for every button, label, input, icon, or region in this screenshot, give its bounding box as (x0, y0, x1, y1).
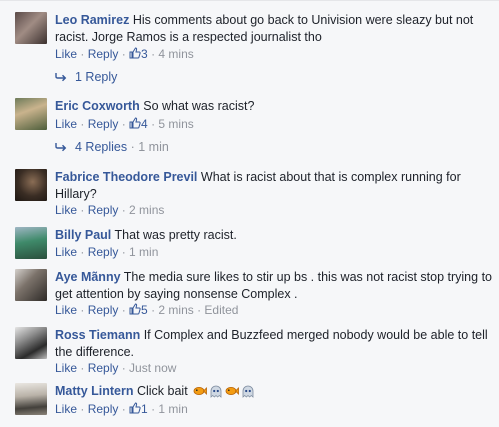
comment-actions: Like · Reply · 4 · 5 mins (55, 117, 194, 131)
comment-time[interactable]: 5 mins (158, 117, 193, 131)
comment-author[interactable]: Leo Ramirez (55, 13, 129, 27)
comment-body: Billy Paul That was pretty racist. (55, 227, 493, 244)
fish-icon (225, 387, 240, 395)
comment-body: Leo Ramirez His comments about go back t… (55, 12, 493, 46)
like-count[interactable]: 5 (129, 303, 148, 317)
avatar[interactable] (15, 269, 47, 301)
thumbs-up-icon (129, 47, 141, 59)
pacman-ghost-icon (210, 385, 222, 398)
comment-body: Matty Lintern Click bait (55, 383, 493, 400)
thumbs-up-icon (129, 402, 141, 414)
like-link[interactable]: Like (55, 402, 77, 416)
thumbs-up-icon (129, 117, 141, 129)
reply-link[interactable]: Reply (88, 361, 119, 375)
comment-actions: Like · Reply · Just now (55, 361, 177, 375)
comment-time[interactable]: Just now (129, 361, 176, 375)
comment-author[interactable]: Fabrice Theodore Previl (55, 170, 197, 184)
comment-text: Click bait (136, 384, 188, 398)
like-link[interactable]: Like (55, 245, 77, 259)
comment-body: Aye Mãnny The media sure likes to stir u… (55, 269, 493, 303)
replies-count: 4 Replies (75, 140, 128, 154)
comment-actions: Like · Reply · 5 · 2 mins · Edited (55, 303, 239, 317)
reply-link[interactable]: Reply (88, 245, 119, 259)
comment-actions: Like · Reply · 1 min (55, 245, 159, 259)
top-divider (0, 0, 499, 1)
comment-author[interactable]: Aye Mãnny (55, 270, 121, 284)
comment-time[interactable]: 1 min (129, 245, 158, 259)
reply-link[interactable]: Reply (88, 402, 119, 416)
comment-time[interactable]: 2 mins (158, 303, 193, 317)
like-link[interactable]: Like (55, 47, 77, 61)
avatar[interactable] (15, 98, 47, 130)
comment-author[interactable]: Billy Paul (55, 228, 111, 242)
replies-link[interactable]: 1 Reply (55, 70, 117, 84)
comment-actions: Like · Reply · 2 mins (55, 203, 165, 217)
replies-time: 1 min (138, 140, 169, 154)
avatar[interactable] (15, 12, 47, 44)
comment-time[interactable]: 2 mins (129, 203, 164, 217)
replies-count: 1 Reply (75, 70, 118, 84)
comment-time[interactable]: 4 mins (158, 47, 193, 61)
like-count[interactable]: 3 (129, 47, 148, 61)
reply-link[interactable]: Reply (88, 117, 119, 131)
comment-author[interactable]: Eric Coxworth (55, 99, 140, 113)
reply-link[interactable]: Reply (88, 47, 119, 61)
like-link[interactable]: Like (55, 303, 77, 317)
comment-author[interactable]: Matty Lintern (55, 384, 133, 398)
emoticon-row (191, 384, 255, 398)
comment-body: Fabrice Theodore Previl What is racist a… (55, 169, 493, 203)
edited-label[interactable]: Edited (204, 303, 238, 317)
like-link[interactable]: Like (55, 361, 77, 375)
comment-body: Ross Tiemann If Complex and Buzzfeed mer… (55, 327, 493, 361)
comment-text: The media sure likes to stir up bs . thi… (55, 270, 492, 301)
thumbs-up-icon (129, 303, 141, 315)
pacman-ghost-icon (242, 385, 254, 398)
replies-link[interactable]: 4 Replies · 1 min (55, 140, 169, 154)
avatar[interactable] (15, 227, 47, 259)
like-link[interactable]: Like (55, 117, 77, 131)
reply-link[interactable]: Reply (88, 203, 119, 217)
fish-icon (193, 387, 208, 395)
avatar[interactable] (15, 327, 47, 359)
comment-text: So what was racist? (143, 99, 255, 113)
comment-time[interactable]: 1 min (158, 402, 187, 416)
like-count[interactable]: 1 (129, 402, 148, 416)
avatar[interactable] (15, 383, 47, 415)
comment-body: Eric Coxworth So what was racist? (55, 98, 493, 115)
comment-text: That was pretty racist. (114, 228, 237, 242)
reply-arrow-icon (55, 73, 67, 82)
comment-author[interactable]: Ross Tiemann (55, 328, 140, 342)
comment-actions: Like · Reply · 1 · 1 min (55, 402, 188, 416)
reply-arrow-icon (55, 143, 67, 152)
reply-link[interactable]: Reply (88, 303, 119, 317)
comment-actions: Like · Reply · 3 · 4 mins (55, 47, 194, 61)
like-link[interactable]: Like (55, 203, 77, 217)
like-count[interactable]: 4 (129, 117, 148, 131)
avatar[interactable] (15, 169, 47, 201)
